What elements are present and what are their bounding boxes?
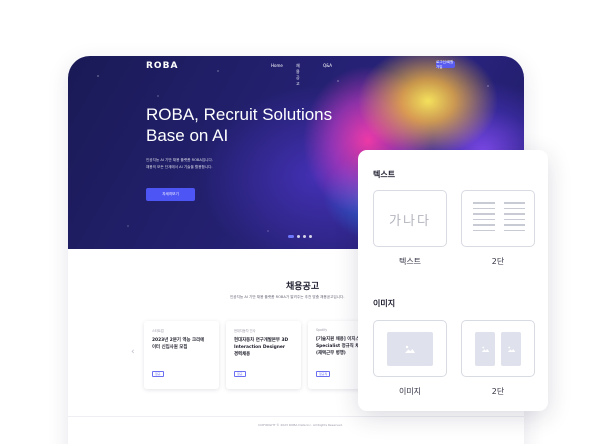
hero-sub-line2: 채용의 모든 단계에서 AI 기술을 활용합니다.	[146, 165, 213, 169]
image-placeholder-icon	[501, 332, 521, 366]
image-section-title: 이미지	[373, 299, 396, 308]
image-block-label: 이미지	[398, 387, 422, 396]
job-card-tag: 정규	[152, 371, 164, 377]
job-card-title-line: 2023년 2분기 역능 크리에	[152, 338, 205, 343]
image-placeholder-icon	[387, 332, 433, 366]
job-card-title-line: 이터 신입사원 모집	[152, 345, 188, 350]
slide-dot[interactable]	[303, 235, 306, 238]
job-card-title: 현대자동차 연구개발본부 3D Interaction Designer 경력채…	[234, 337, 293, 358]
footer-copyright: COPYRIGHT © 2023 ROBA Data Inc. All Righ…	[258, 423, 343, 427]
text-two-column-tile[interactable]	[461, 190, 535, 247]
job-card-category: 현대자동차 인사	[234, 329, 256, 333]
chevron-left-icon[interactable]: ‹	[131, 348, 135, 357]
job-card[interactable]: 스타트업 2023년 2분기 역능 크리에 이터 신입사원 모집 정규	[144, 321, 219, 389]
hero-sub-line1: 인공지능 AI 기반 채용 플랫폼 ROBA입니다.	[146, 158, 213, 162]
jobs-section-title: 채용공고	[286, 282, 320, 292]
picture-icon	[405, 345, 415, 353]
picture-icon	[507, 346, 515, 352]
hero-title: ROBA, Recruit Solutions Base on AI	[146, 104, 346, 146]
text-sample: 가나다	[389, 214, 431, 229]
slide-dot[interactable]	[309, 235, 312, 238]
site-logo[interactable]: ROBA	[146, 61, 178, 71]
job-card-tag: 정규	[234, 371, 246, 377]
image-two-column-tile[interactable]	[461, 320, 535, 377]
footer-divider	[68, 416, 524, 417]
job-card-title: 2023년 2분기 역능 크리에 이터 신입사원 모집	[152, 337, 211, 351]
job-card-title-line: Interaction Designer	[234, 345, 285, 350]
job-card-title-line: 현대자동차 연구개발본부 3D	[234, 338, 289, 343]
nav-item-qna[interactable]: Q&A	[323, 63, 332, 68]
job-card[interactable]: 현대자동차 인사 현대자동차 연구개발본부 3D Interaction Des…	[226, 321, 301, 389]
stage: ROBA Home 채용공고 Q&A 로그인/회원가입 ROBA, Recrui…	[0, 0, 592, 444]
text-block-label: 텍스트	[398, 257, 422, 266]
job-card-title-line: 경력채용	[234, 352, 251, 357]
nav-item-home[interactable]: Home	[271, 63, 283, 68]
slide-dot[interactable]	[297, 235, 300, 238]
hero-subtitle: 인공지능 AI 기반 채용 플랫폼 ROBA입니다. 채용의 모든 단계에서 A…	[146, 157, 296, 171]
picture-icon	[481, 346, 489, 352]
login-button[interactable]: 로그인/회원가입	[436, 60, 455, 69]
image-block-tile[interactable]	[373, 320, 447, 377]
job-card-category: 스타트업	[152, 329, 164, 333]
two-column-text-icon	[473, 202, 525, 236]
hero-title-line2: Base on AI	[146, 126, 229, 145]
slide-indicator	[288, 235, 312, 238]
two-column-image-icon	[475, 332, 521, 366]
text-section-title: 텍스트	[373, 170, 396, 179]
image-placeholder-icon	[475, 332, 495, 366]
nav-item-jobs[interactable]: 채용공고	[296, 63, 300, 87]
cta-button[interactable]: 자세히보기	[146, 188, 195, 201]
hero-title-line1: ROBA, Recruit Solutions	[146, 105, 333, 124]
text-two-column-label: 2단	[491, 257, 505, 266]
text-block-tile[interactable]: 가나다	[373, 190, 447, 247]
image-two-column-label: 2단	[491, 387, 505, 396]
slide-dot-active[interactable]	[288, 235, 294, 238]
block-editor-panel: 텍스트 가나다 텍스트 2단 이미지 이미지 2단	[358, 150, 548, 411]
job-card-tag: 정규직	[316, 371, 331, 377]
